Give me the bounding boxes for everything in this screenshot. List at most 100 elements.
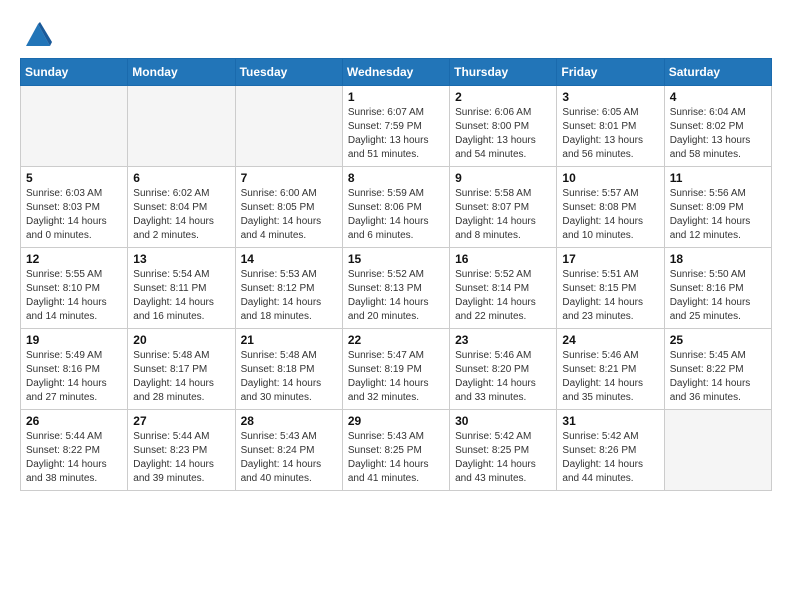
calendar-week-4: 19 Sunrise: 5:49 AM Sunset: 8:16 PM Dayli… bbox=[21, 329, 772, 410]
calendar-cell: 31 Sunrise: 5:42 AM Sunset: 8:26 PM Dayli… bbox=[557, 410, 664, 491]
calendar-cell: 25 Sunrise: 5:45 AM Sunset: 8:22 PM Dayli… bbox=[664, 329, 771, 410]
page-header bbox=[20, 20, 772, 48]
day-number: 7 bbox=[241, 171, 337, 185]
logo-icon bbox=[24, 20, 52, 48]
calendar-header: SundayMondayTuesdayWednesdayThursdayFrid… bbox=[21, 59, 772, 86]
day-info: Sunrise: 5:42 AM Sunset: 8:26 PM Dayligh… bbox=[562, 430, 658, 486]
day-number: 14 bbox=[241, 252, 337, 266]
day-number: 17 bbox=[562, 252, 658, 266]
day-info: Sunrise: 6:04 AM Sunset: 8:02 PM Dayligh… bbox=[670, 106, 766, 162]
day-number: 22 bbox=[348, 333, 444, 347]
day-info: Sunrise: 5:47 AM Sunset: 8:19 PM Dayligh… bbox=[348, 349, 444, 405]
day-info: Sunrise: 5:43 AM Sunset: 8:25 PM Dayligh… bbox=[348, 430, 444, 486]
calendar-cell bbox=[235, 86, 342, 167]
day-info: Sunrise: 5:48 AM Sunset: 8:17 PM Dayligh… bbox=[133, 349, 229, 405]
day-info: Sunrise: 5:44 AM Sunset: 8:23 PM Dayligh… bbox=[133, 430, 229, 486]
day-number: 11 bbox=[670, 171, 766, 185]
logo bbox=[20, 20, 52, 48]
calendar-cell: 1Sunrise: 6:07 AM Sunset: 7:59 PM Daylig… bbox=[342, 86, 449, 167]
calendar-cell: 11 Sunrise: 5:56 AM Sunset: 8:09 PM Dayli… bbox=[664, 167, 771, 248]
calendar-cell: 13 Sunrise: 5:54 AM Sunset: 8:11 PM Dayli… bbox=[128, 248, 235, 329]
day-number: 2 bbox=[455, 90, 551, 104]
day-number: 3 bbox=[562, 90, 658, 104]
day-number: 6 bbox=[133, 171, 229, 185]
day-number: 21 bbox=[241, 333, 337, 347]
day-number: 4 bbox=[670, 90, 766, 104]
calendar-cell bbox=[128, 86, 235, 167]
calendar-cell: 10 Sunrise: 5:57 AM Sunset: 8:08 PM Dayli… bbox=[557, 167, 664, 248]
day-info: Sunrise: 6:02 AM Sunset: 8:04 PM Dayligh… bbox=[133, 187, 229, 243]
calendar-cell: 17 Sunrise: 5:51 AM Sunset: 8:15 PM Dayli… bbox=[557, 248, 664, 329]
header-day-tuesday: Tuesday bbox=[235, 59, 342, 86]
day-number: 27 bbox=[133, 414, 229, 428]
day-number: 29 bbox=[348, 414, 444, 428]
calendar-cell bbox=[664, 410, 771, 491]
day-info: Sunrise: 5:45 AM Sunset: 8:22 PM Dayligh… bbox=[670, 349, 766, 405]
calendar-cell: 18 Sunrise: 5:50 AM Sunset: 8:16 PM Dayli… bbox=[664, 248, 771, 329]
day-number: 24 bbox=[562, 333, 658, 347]
day-number: 28 bbox=[241, 414, 337, 428]
calendar-week-1: 1Sunrise: 6:07 AM Sunset: 7:59 PM Daylig… bbox=[21, 86, 772, 167]
calendar-body: 1Sunrise: 6:07 AM Sunset: 7:59 PM Daylig… bbox=[21, 86, 772, 491]
day-info: Sunrise: 5:54 AM Sunset: 8:11 PM Dayligh… bbox=[133, 268, 229, 324]
day-info: Sunrise: 5:55 AM Sunset: 8:10 PM Dayligh… bbox=[26, 268, 122, 324]
day-number: 18 bbox=[670, 252, 766, 266]
calendar-cell: 20Sunrise: 5:48 AM Sunset: 8:17 PM Dayli… bbox=[128, 329, 235, 410]
day-info: Sunrise: 5:48 AM Sunset: 8:18 PM Dayligh… bbox=[241, 349, 337, 405]
day-number: 8 bbox=[348, 171, 444, 185]
day-number: 16 bbox=[455, 252, 551, 266]
day-info: Sunrise: 5:44 AM Sunset: 8:22 PM Dayligh… bbox=[26, 430, 122, 486]
day-info: Sunrise: 6:06 AM Sunset: 8:00 PM Dayligh… bbox=[455, 106, 551, 162]
calendar-cell: 9Sunrise: 5:58 AM Sunset: 8:07 PM Daylig… bbox=[450, 167, 557, 248]
day-number: 10 bbox=[562, 171, 658, 185]
day-info: Sunrise: 5:52 AM Sunset: 8:14 PM Dayligh… bbox=[455, 268, 551, 324]
calendar-cell: 22 Sunrise: 5:47 AM Sunset: 8:19 PM Dayli… bbox=[342, 329, 449, 410]
day-number: 30 bbox=[455, 414, 551, 428]
day-info: Sunrise: 5:52 AM Sunset: 8:13 PM Dayligh… bbox=[348, 268, 444, 324]
day-info: Sunrise: 5:50 AM Sunset: 8:16 PM Dayligh… bbox=[670, 268, 766, 324]
day-info: Sunrise: 5:57 AM Sunset: 8:08 PM Dayligh… bbox=[562, 187, 658, 243]
day-number: 23 bbox=[455, 333, 551, 347]
calendar-week-2: 5 Sunrise: 6:03 AM Sunset: 8:03 PM Daylig… bbox=[21, 167, 772, 248]
day-info: Sunrise: 6:03 AM Sunset: 8:03 PM Dayligh… bbox=[26, 187, 122, 243]
day-info: Sunrise: 5:46 AM Sunset: 8:20 PM Dayligh… bbox=[455, 349, 551, 405]
day-info: Sunrise: 5:51 AM Sunset: 8:15 PM Dayligh… bbox=[562, 268, 658, 324]
day-info: Sunrise: 5:43 AM Sunset: 8:24 PM Dayligh… bbox=[241, 430, 337, 486]
calendar-cell: 15 Sunrise: 5:52 AM Sunset: 8:13 PM Dayli… bbox=[342, 248, 449, 329]
header-day-monday: Monday bbox=[128, 59, 235, 86]
calendar-cell: 30 Sunrise: 5:42 AM Sunset: 8:25 PM Dayli… bbox=[450, 410, 557, 491]
day-number: 31 bbox=[562, 414, 658, 428]
day-number: 5 bbox=[26, 171, 122, 185]
calendar-cell: 27 Sunrise: 5:44 AM Sunset: 8:23 PM Dayli… bbox=[128, 410, 235, 491]
calendar-cell: 5 Sunrise: 6:03 AM Sunset: 8:03 PM Daylig… bbox=[21, 167, 128, 248]
day-number: 26 bbox=[26, 414, 122, 428]
day-info: Sunrise: 6:07 AM Sunset: 7:59 PM Dayligh… bbox=[348, 106, 444, 162]
calendar-week-3: 12Sunrise: 5:55 AM Sunset: 8:10 PM Dayli… bbox=[21, 248, 772, 329]
header-row: SundayMondayTuesdayWednesdayThursdayFrid… bbox=[21, 59, 772, 86]
calendar-cell: 8Sunrise: 5:59 AM Sunset: 8:06 PM Daylig… bbox=[342, 167, 449, 248]
day-number: 25 bbox=[670, 333, 766, 347]
calendar-cell: 23 Sunrise: 5:46 AM Sunset: 8:20 PM Dayli… bbox=[450, 329, 557, 410]
calendar-week-5: 26 Sunrise: 5:44 AM Sunset: 8:22 PM Dayli… bbox=[21, 410, 772, 491]
day-info: Sunrise: 6:05 AM Sunset: 8:01 PM Dayligh… bbox=[562, 106, 658, 162]
calendar-cell: 24 Sunrise: 5:46 AM Sunset: 8:21 PM Dayli… bbox=[557, 329, 664, 410]
calendar-cell: 7Sunrise: 6:00 AM Sunset: 8:05 PM Daylig… bbox=[235, 167, 342, 248]
day-info: Sunrise: 5:46 AM Sunset: 8:21 PM Dayligh… bbox=[562, 349, 658, 405]
calendar-cell: 3 Sunrise: 6:05 AM Sunset: 8:01 PM Daylig… bbox=[557, 86, 664, 167]
day-info: Sunrise: 5:49 AM Sunset: 8:16 PM Dayligh… bbox=[26, 349, 122, 405]
calendar-cell: 29 Sunrise: 5:43 AM Sunset: 8:25 PM Dayli… bbox=[342, 410, 449, 491]
header-day-wednesday: Wednesday bbox=[342, 59, 449, 86]
day-info: Sunrise: 5:42 AM Sunset: 8:25 PM Dayligh… bbox=[455, 430, 551, 486]
calendar-cell: 16 Sunrise: 5:52 AM Sunset: 8:14 PM Dayli… bbox=[450, 248, 557, 329]
day-info: Sunrise: 5:58 AM Sunset: 8:07 PM Dayligh… bbox=[455, 187, 551, 243]
calendar-table: SundayMondayTuesdayWednesdayThursdayFrid… bbox=[20, 58, 772, 491]
calendar-cell: 28 Sunrise: 5:43 AM Sunset: 8:24 PM Dayli… bbox=[235, 410, 342, 491]
header-day-sunday: Sunday bbox=[21, 59, 128, 86]
day-number: 19 bbox=[26, 333, 122, 347]
day-info: Sunrise: 5:56 AM Sunset: 8:09 PM Dayligh… bbox=[670, 187, 766, 243]
day-number: 13 bbox=[133, 252, 229, 266]
calendar-cell: 6 Sunrise: 6:02 AM Sunset: 8:04 PM Daylig… bbox=[128, 167, 235, 248]
calendar-cell: 4 Sunrise: 6:04 AM Sunset: 8:02 PM Daylig… bbox=[664, 86, 771, 167]
day-number: 15 bbox=[348, 252, 444, 266]
header-day-saturday: Saturday bbox=[664, 59, 771, 86]
